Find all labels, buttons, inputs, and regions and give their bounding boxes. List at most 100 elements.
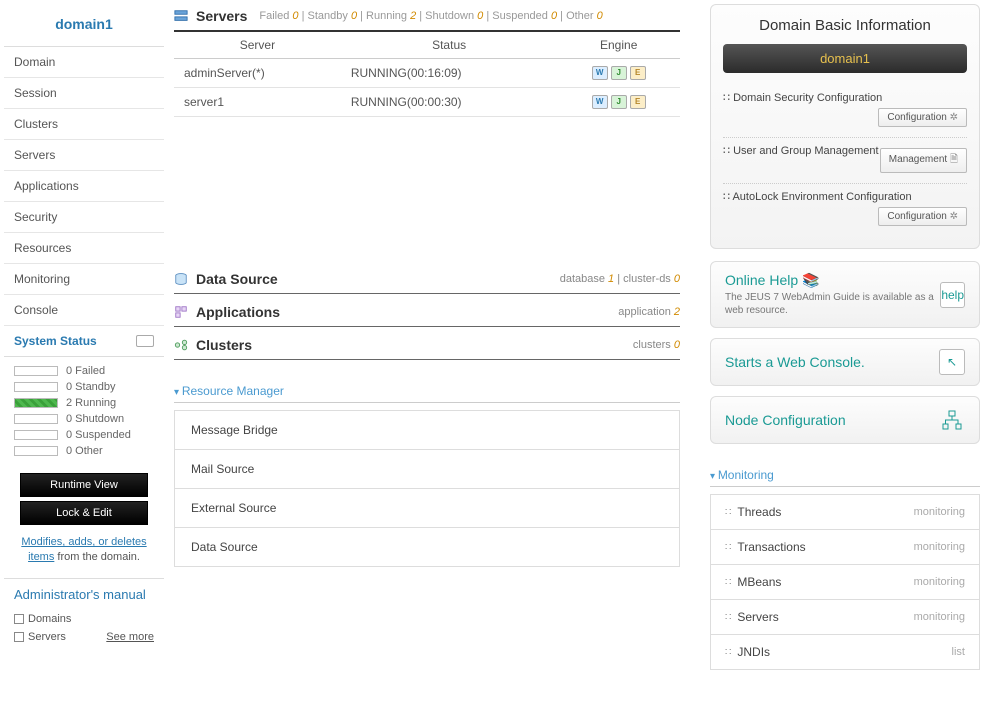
resource-item-mail-source[interactable]: Mail Source [174, 449, 680, 489]
applications-counts: application 2 [618, 306, 680, 318]
cursor-icon: ↖ [939, 349, 965, 375]
applications-panel-header[interactable]: Applications application 2 [174, 300, 680, 327]
bullet-icon: ∷ [723, 145, 733, 157]
datasource-panel-header[interactable]: Data Source database 1 | cluster-ds 0 [174, 267, 680, 294]
manual-item-servers[interactable]: ServersSee more [14, 628, 154, 646]
info-row: ∷ AutoLock Environment ConfigurationConf… [723, 183, 967, 236]
bullet-icon: ∷ [725, 647, 731, 658]
status-bar-icon [14, 398, 58, 408]
admin-manual: Administrator's manual DomainsServersSee… [4, 578, 164, 658]
bullet-icon: ∷ [725, 542, 731, 553]
resource-manager-list: Message BridgeMail SourceExternal Source… [174, 410, 680, 567]
status-row-failed: 0 Failed [14, 363, 154, 379]
sidebar-item-servers[interactable]: Servers [4, 140, 164, 171]
book-icon [14, 632, 24, 642]
sidebar-actions: Runtime View Lock & Edit Modifies, adds,… [4, 473, 164, 578]
engine-web-icon[interactable]: W [592, 95, 608, 109]
admin-manual-title: Administrator's manual [14, 587, 154, 604]
server-row[interactable]: server1RUNNING(00:00:30)WJE [174, 88, 680, 117]
status-bar-icon [14, 366, 58, 376]
domain-basic-info-card: Domain Basic Information domain1 ∷ Domai… [710, 4, 980, 249]
resource-item-message-bridge[interactable]: Message Bridge [174, 410, 680, 450]
online-help-title: Online Help 📚 [725, 272, 940, 289]
monitoring-item-jndis[interactable]: ∷JNDIslist [710, 634, 980, 670]
book-stack-icon: 📚 [802, 272, 819, 288]
monitoring-item-mbeans[interactable]: ∷MBeansmonitoring [710, 564, 980, 600]
monitoring-item-transactions[interactable]: ∷Transactionsmonitoring [710, 529, 980, 565]
sidebar-item-resources[interactable]: Resources [4, 233, 164, 264]
domain-basic-info-title: Domain Basic Information [723, 17, 967, 34]
servers-table: ServerStatusEngine adminServer(*)RUNNING… [174, 32, 680, 117]
book-icon [14, 614, 24, 624]
clusters-panel-header[interactable]: Clusters clusters 0 [174, 333, 680, 360]
status-row-standby: 0 Standby [14, 379, 154, 395]
online-help-card[interactable]: Online Help 📚 The JEUS 7 WebAdmin Guide … [710, 261, 980, 328]
engine-ejb-icon[interactable]: E [630, 66, 646, 80]
status-row-suspended: 0 Suspended [14, 427, 154, 443]
main-column: Servers Failed 0 | Standby 0 | Running 2… [174, 4, 680, 670]
servers-icon [174, 9, 188, 23]
web-console-title: Starts a Web Console. [725, 354, 865, 370]
clusters-icon [174, 338, 188, 352]
sidebar-item-session[interactable]: Session [4, 78, 164, 109]
lock-edit-note: Modifies, adds, or deletes items from th… [4, 529, 164, 578]
status-bar-icon [14, 446, 58, 456]
sidebar-domain-title[interactable]: domain1 [4, 4, 164, 47]
datasource-counts: database 1 | cluster-ds 0 [560, 273, 680, 285]
system-status-header[interactable]: System Status [4, 326, 164, 357]
node-config-title: Node Configuration [725, 412, 846, 428]
engine-jms-icon[interactable]: J [611, 95, 627, 109]
engine-ejb-icon[interactable]: E [630, 95, 646, 109]
system-status-toggle-icon[interactable] [136, 335, 154, 347]
sidebar-item-console[interactable]: Console [4, 295, 164, 326]
resource-manager-section-label[interactable]: Resource Manager [174, 384, 680, 403]
database-icon [174, 272, 188, 286]
help-icon: help [940, 282, 965, 308]
system-status-list: 0 Failed0 Standby2 Running0 Shutdown0 Su… [4, 357, 164, 469]
engine-jms-icon[interactable]: J [611, 66, 627, 80]
sidebar-nav: DomainSessionClustersServersApplications… [4, 47, 164, 326]
see-more-link[interactable]: See more [106, 631, 154, 643]
datasource-title: Data Source [196, 271, 278, 287]
status-bar-icon [14, 414, 58, 424]
configuration-button[interactable]: Configuration [878, 108, 967, 127]
resource-item-external-source[interactable]: External Source [174, 488, 680, 528]
management-button[interactable]: Management [880, 148, 967, 173]
runtime-view-button[interactable]: Runtime View [20, 473, 148, 497]
node-config-card[interactable]: Node Configuration [710, 396, 980, 444]
status-bar-icon [14, 430, 58, 440]
monitoring-section-label[interactable]: Monitoring [710, 468, 980, 487]
server-row[interactable]: adminServer(*)RUNNING(00:16:09)WJE [174, 59, 680, 88]
lock-edit-button[interactable]: Lock & Edit [20, 501, 148, 525]
manual-item-domains[interactable]: Domains [14, 610, 154, 628]
servers-col-server: Server [174, 32, 341, 59]
status-bar-icon [14, 382, 58, 392]
bullet-icon: ∷ [725, 507, 731, 518]
sidebar-item-domain[interactable]: Domain [4, 47, 164, 78]
sidebar-item-monitoring[interactable]: Monitoring [4, 264, 164, 295]
sidebar-item-applications[interactable]: Applications [4, 171, 164, 202]
monitoring-item-threads[interactable]: ∷Threadsmonitoring [710, 494, 980, 530]
resource-item-data-source[interactable]: Data Source [174, 527, 680, 567]
sidebar-item-security[interactable]: Security [4, 202, 164, 233]
clusters-title: Clusters [196, 337, 252, 353]
monitoring-item-servers[interactable]: ∷Serversmonitoring [710, 599, 980, 635]
configuration-button[interactable]: Configuration [878, 207, 967, 226]
applications-icon [174, 305, 188, 319]
sidebar-item-clusters[interactable]: Clusters [4, 109, 164, 140]
monitoring-list: ∷Threadsmonitoring∷Transactionsmonitorin… [710, 494, 980, 670]
info-row: ∷ Domain Security ConfigurationConfigura… [723, 85, 967, 137]
servers-panel-header: Servers Failed 0 | Standby 0 | Running 2… [174, 4, 680, 32]
servers-col-engine: Engine [557, 32, 680, 59]
online-help-desc: The JEUS 7 WebAdmin Guide is available a… [725, 291, 940, 317]
engine-web-icon[interactable]: W [592, 66, 608, 80]
system-status-label: System Status [14, 334, 97, 348]
servers-counts: Failed 0 | Standby 0 | Running 2 | Shutd… [259, 10, 602, 22]
web-console-card[interactable]: Starts a Web Console. ↖ [710, 338, 980, 386]
status-row-running: 2 Running [14, 395, 154, 411]
servers-col-status: Status [341, 32, 558, 59]
status-row-shutdown: 0 Shutdown [14, 411, 154, 427]
info-row: ∷ User and Group ManagementManagement [723, 137, 967, 183]
clusters-counts: clusters 0 [633, 339, 680, 351]
status-row-other: 0 Other [14, 443, 154, 459]
